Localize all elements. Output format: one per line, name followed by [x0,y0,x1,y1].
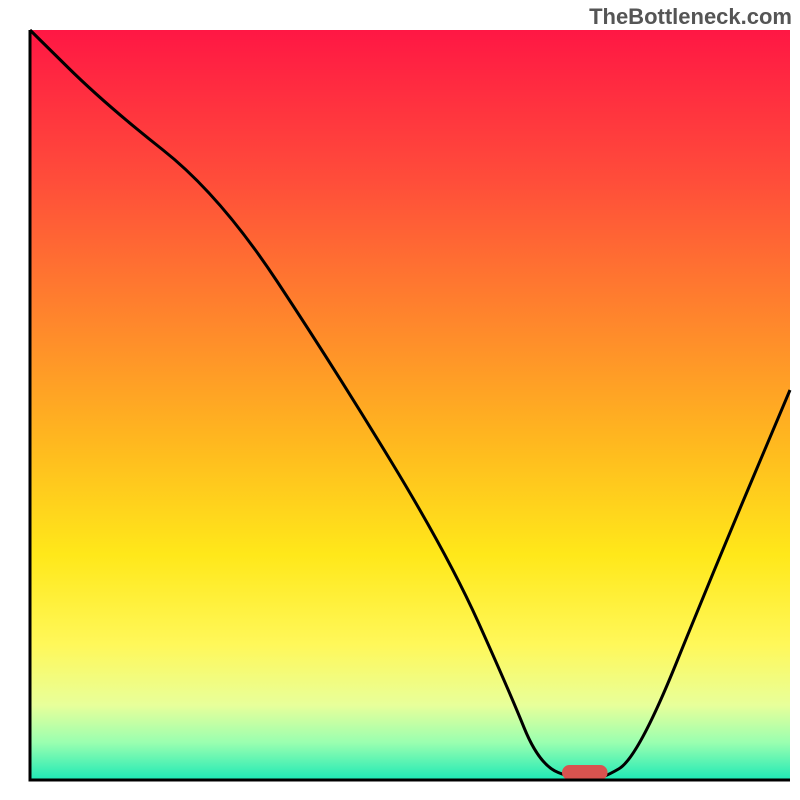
plot-area [30,30,790,780]
chart-container: TheBottleneck.com [0,0,800,800]
chart-svg [0,0,800,800]
watermark-text: TheBottleneck.com [589,4,792,30]
optimal-marker [562,765,608,780]
